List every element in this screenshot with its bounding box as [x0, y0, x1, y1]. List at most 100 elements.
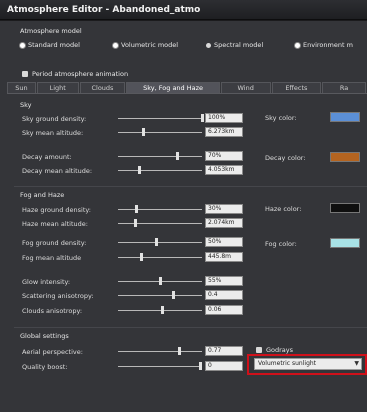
tab-underline [7, 93, 367, 94]
setting-slider[interactable] [118, 306, 202, 315]
radio-dot-icon [113, 42, 118, 48]
quality-mode-dropdown[interactable]: Volumetric sunlight ▼ [254, 358, 362, 370]
setting-slider[interactable] [118, 219, 202, 228]
setting-slider[interactable] [118, 166, 202, 175]
slider-track [118, 223, 202, 224]
quality-mode-value: Volumetric sunlight [258, 360, 317, 367]
godrays-checkbox[interactable]: Godrays [256, 346, 293, 354]
radio-spectral-model[interactable]: Spectral model [206, 41, 263, 49]
slider-thumb[interactable] [160, 306, 164, 314]
setting-slider[interactable] [118, 277, 202, 286]
tab-sun[interactable]: Sun [7, 82, 36, 93]
slider-thumb[interactable] [142, 128, 146, 136]
radio-dot-icon [206, 42, 211, 48]
slider-thumb[interactable] [138, 166, 141, 174]
haze-color-label: Haze color: [265, 205, 302, 213]
decay-color-swatch[interactable] [330, 152, 360, 162]
setting-value-field[interactable]: 4.053km [205, 165, 243, 175]
slider-thumb[interactable] [133, 219, 137, 227]
fog-color-label: Fog color: [265, 240, 297, 248]
setting-slider[interactable] [118, 152, 202, 161]
radio-standard-model[interactable]: Standard model [20, 41, 80, 49]
setting-label: Sky ground density: [22, 115, 87, 123]
slider-thumb[interactable] [178, 347, 182, 355]
tab-light[interactable]: Light [36, 82, 79, 93]
radio-volumetric-model[interactable]: Volumetric model [113, 41, 178, 49]
setting-value-field[interactable]: 50% [205, 237, 243, 247]
setting-slider[interactable] [118, 128, 202, 137]
sky-heading: Sky [20, 101, 32, 109]
setting-value-field[interactable]: 0.06 [205, 305, 243, 315]
tab-more[interactable]: Ra [322, 82, 366, 93]
radio-dot-icon [295, 42, 300, 48]
atmosphere-model-options: Standard model Volumetric model Spectral… [20, 41, 367, 53]
checkbox-icon [22, 71, 28, 77]
atmosphere-model-label: Atmosphere model [20, 27, 82, 35]
setting-value-field[interactable]: 0.4 [205, 290, 243, 300]
setting-label: Glow intensity: [22, 278, 71, 286]
fog-haze-heading: Fog and Haze [20, 191, 65, 199]
slider-track [118, 170, 202, 171]
setting-value-field[interactable]: 100% [205, 113, 243, 123]
radio-environment-model[interactable]: Environment m [295, 41, 353, 49]
global-settings-heading: Global settings [20, 332, 69, 340]
setting-value-field[interactable]: 30% [205, 204, 243, 214]
setting-label: Fog ground density: [22, 239, 87, 247]
sky-color-swatch[interactable] [330, 112, 360, 122]
setting-label: Haze ground density: [22, 206, 91, 214]
setting-value-field[interactable]: 445.8m [205, 252, 243, 262]
setting-value-field[interactable]: 6.273km [205, 127, 243, 137]
setting-label: Decay amount: [22, 153, 72, 161]
setting-label: Haze mean altitude: [22, 220, 88, 228]
setting-value-field[interactable]: 0 [205, 361, 243, 371]
slider-thumb[interactable] [139, 253, 143, 261]
sky-color-label: Sky color: [265, 114, 297, 122]
setting-slider[interactable] [118, 205, 202, 214]
title-bar: Atmosphere Editor - Abandoned_atmo [0, 0, 367, 20]
period-animation-checkbox[interactable]: Period atmosphere animation [22, 70, 128, 78]
radio-dot-icon [20, 42, 25, 48]
tab-clouds[interactable]: Clouds [79, 82, 126, 93]
slider-track [118, 156, 202, 157]
setting-value-field[interactable]: 0.77 [205, 346, 243, 356]
section-divider [14, 327, 367, 328]
setting-label: Sky mean altitude: [22, 129, 84, 137]
window-title: Atmosphere Editor - Abandoned_atmo [7, 5, 201, 15]
setting-slider[interactable] [118, 347, 202, 356]
slider-thumb[interactable] [199, 362, 203, 370]
slider-track [118, 209, 202, 210]
tab-bar: Sun Light Clouds Sky, Fog and Haze Wind … [7, 82, 367, 93]
slider-thumb[interactable] [171, 291, 175, 299]
decay-color-label: Decay color: [265, 154, 306, 162]
setting-value-field[interactable]: 2.074km [205, 218, 243, 228]
chevron-down-icon: ▼ [354, 360, 359, 367]
tab-wind[interactable]: Wind [220, 82, 271, 93]
slider-thumb[interactable] [201, 114, 204, 122]
haze-color-swatch[interactable] [330, 203, 360, 213]
setting-value-field[interactable]: 70% [205, 151, 243, 161]
setting-label: Decay mean altitude: [22, 167, 93, 175]
setting-slider[interactable] [118, 253, 202, 262]
slider-track [118, 242, 202, 243]
slider-thumb[interactable] [154, 238, 158, 246]
setting-slider[interactable] [118, 291, 202, 300]
setting-slider[interactable] [118, 114, 204, 123]
setting-label: Aerial perspective: [22, 348, 83, 356]
setting-slider[interactable] [118, 238, 202, 247]
setting-value-field[interactable]: 55% [205, 276, 243, 286]
section-divider [14, 186, 367, 187]
setting-label: Fog mean altitude [22, 254, 82, 262]
setting-label: Quality boost: [22, 363, 68, 371]
setting-slider[interactable] [118, 362, 203, 371]
tab-effects[interactable]: Effects [271, 82, 322, 93]
fog-color-swatch[interactable] [330, 238, 360, 248]
checkbox-icon [256, 347, 262, 353]
slider-thumb[interactable] [159, 277, 162, 285]
slider-track [118, 132, 202, 133]
tab-sky-fog-haze[interactable]: Sky, Fog and Haze [126, 82, 220, 93]
slider-track [118, 295, 202, 296]
slider-thumb[interactable] [135, 205, 139, 213]
setting-label: Scattering anisotropy: [22, 292, 94, 300]
slider-track [118, 351, 202, 352]
slider-thumb[interactable] [175, 152, 179, 160]
